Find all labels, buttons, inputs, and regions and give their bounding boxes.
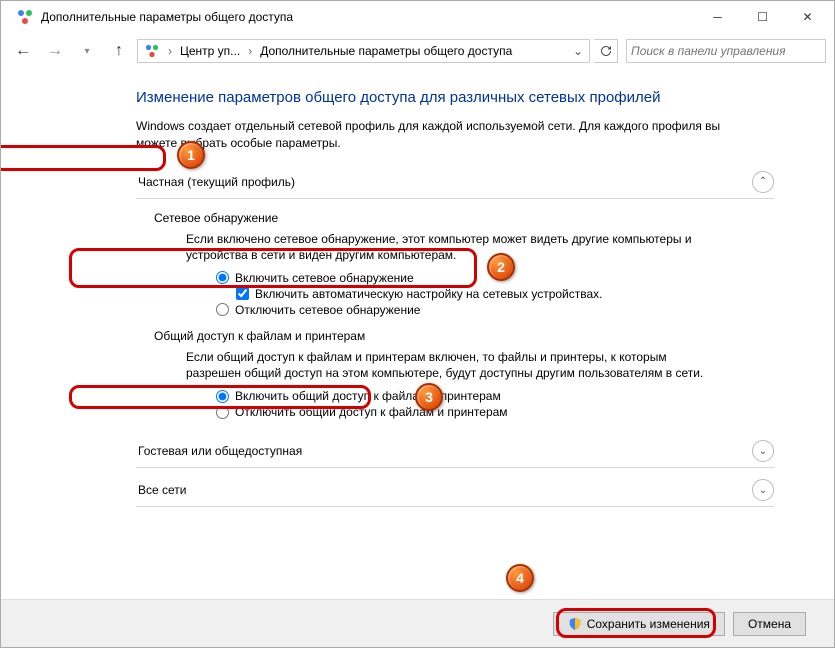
save-button[interactable]: Сохранить изменения xyxy=(553,612,725,636)
up-button[interactable]: ↑ xyxy=(105,37,133,65)
window-title: Дополнительные параметры общего доступа xyxy=(41,10,695,24)
profile-all-header[interactable]: Все сети ⌄ xyxy=(136,474,774,507)
radio-share-on-label: Включить общий доступ к файлам и принтер… xyxy=(235,389,501,403)
radio-share-off-input[interactable] xyxy=(216,406,229,419)
recent-dropdown[interactable]: ▾ xyxy=(73,37,101,65)
breadcrumb-dropdown[interactable]: ⌄ xyxy=(569,44,587,58)
profile-guest-label: Гостевая или общедоступная xyxy=(136,444,752,458)
network-discovery-title: Сетевое обнаружение xyxy=(154,211,774,225)
page-subtext: Windows создает отдельный сетевой профил… xyxy=(136,118,736,152)
page-heading: Изменение параметров общего доступа для … xyxy=(136,89,774,106)
maximize-button[interactable]: ☐ xyxy=(740,2,785,32)
titlebar: Дополнительные параметры общего доступа … xyxy=(1,1,834,33)
breadcrumb[interactable]: › Центр уп... › Дополнительные параметры… xyxy=(137,39,590,63)
profile-guest-header[interactable]: Гостевая или общедоступная ⌄ xyxy=(136,435,774,468)
window-controls: ─ ☐ ✕ xyxy=(695,2,830,32)
file-share-title: Общий доступ к файлам и принтерам xyxy=(154,329,774,343)
checkbox-netdisc-auto-label: Включить автоматическую настройку на сет… xyxy=(255,287,603,301)
search-input[interactable] xyxy=(631,44,821,58)
breadcrumb-seg-1[interactable]: Центр уп... xyxy=(176,40,244,62)
collapse-icon[interactable]: ⌃ xyxy=(752,171,774,193)
save-button-label: Сохранить изменения xyxy=(587,617,710,631)
refresh-button[interactable] xyxy=(594,39,618,63)
breadcrumb-seg-2[interactable]: Дополнительные параметры общего доступа xyxy=(256,40,516,62)
breadcrumb-icon xyxy=(144,43,160,59)
radio-netdisc-on-input[interactable] xyxy=(216,271,229,284)
file-share-desc: Если общий доступ к файлам и принтерам в… xyxy=(186,349,706,381)
window: Дополнительные параметры общего доступа … xyxy=(0,0,835,648)
radio-netdisc-off[interactable]: Отключить сетевое обнаружение xyxy=(216,303,774,317)
profile-private-header[interactable]: Частная (текущий профиль) ⌃ xyxy=(136,166,774,199)
chevron-right-icon: › xyxy=(246,44,254,58)
navbar: ← → ▾ ↑ › Центр уп... › Дополнительные п… xyxy=(1,33,834,69)
back-button[interactable]: ← xyxy=(9,37,37,65)
forward-button[interactable]: → xyxy=(41,37,69,65)
app-icon xyxy=(17,9,33,25)
expand-icon[interactable]: ⌄ xyxy=(752,479,774,501)
network-discovery-desc: Если включено сетевое обнаружение, этот … xyxy=(186,231,706,263)
radio-share-on-input[interactable] xyxy=(216,390,229,403)
close-button[interactable]: ✕ xyxy=(785,2,830,32)
expand-icon[interactable]: ⌄ xyxy=(752,440,774,462)
shield-icon xyxy=(568,617,582,631)
checkbox-netdisc-auto-input[interactable] xyxy=(236,287,249,300)
radio-netdisc-off-input[interactable] xyxy=(216,303,229,316)
checkbox-netdisc-auto[interactable]: Включить автоматическую настройку на сет… xyxy=(236,287,774,301)
radio-share-on[interactable]: Включить общий доступ к файлам и принтер… xyxy=(216,389,774,403)
search-box[interactable] xyxy=(626,39,826,63)
radio-share-off[interactable]: Отключить общий доступ к файлам и принте… xyxy=(216,405,774,419)
profile-private-label: Частная (текущий профиль) xyxy=(136,175,752,189)
profile-all-label: Все сети xyxy=(136,483,752,497)
radio-netdisc-off-label: Отключить сетевое обнаружение xyxy=(235,303,420,317)
radio-share-off-label: Отключить общий доступ к файлам и принте… xyxy=(235,405,508,419)
content-area: Изменение параметров общего доступа для … xyxy=(1,69,834,599)
cancel-button[interactable]: Отмена xyxy=(733,612,806,636)
cancel-button-label: Отмена xyxy=(748,617,791,631)
chevron-right-icon: › xyxy=(166,44,174,58)
radio-netdisc-on-label: Включить сетевое обнаружение xyxy=(235,271,414,285)
radio-netdisc-on[interactable]: Включить сетевое обнаружение xyxy=(216,271,774,285)
footer: Сохранить изменения Отмена 4 xyxy=(1,599,834,647)
minimize-button[interactable]: ─ xyxy=(695,2,740,32)
